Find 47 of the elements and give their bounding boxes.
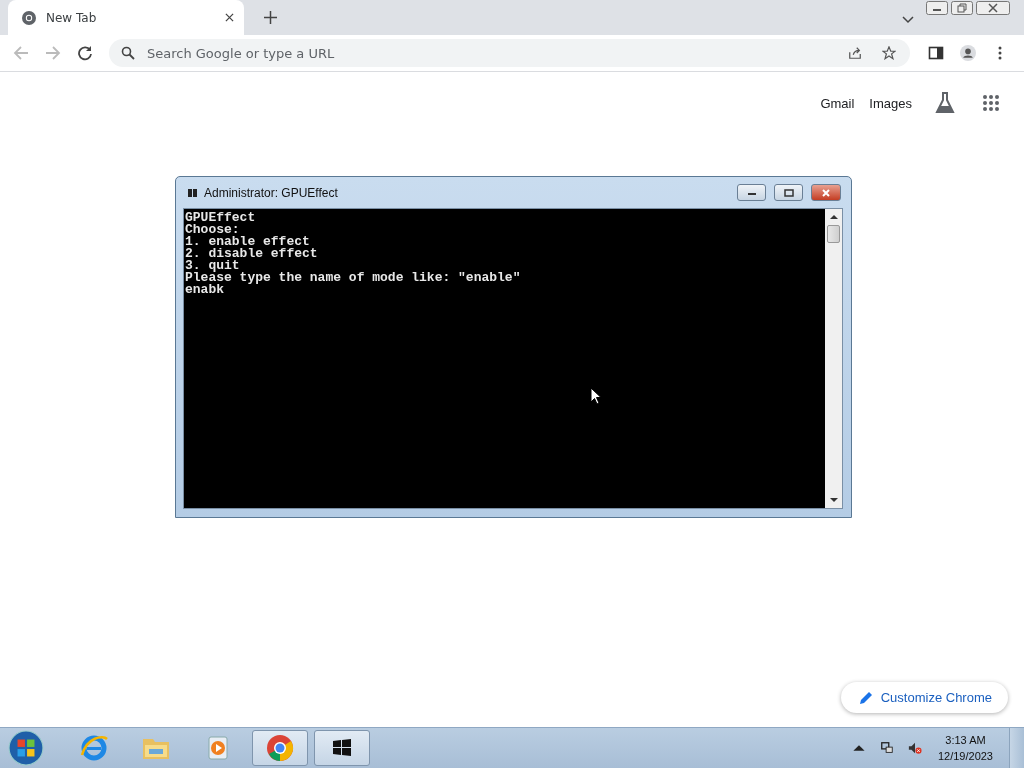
gmail-link[interactable]: Gmail bbox=[820, 95, 855, 111]
reload-icon[interactable] bbox=[77, 45, 93, 61]
browser-tab[interactable]: New Tab bbox=[8, 0, 244, 35]
maximize-button[interactable] bbox=[774, 184, 803, 201]
console-line: 2. disable effect bbox=[185, 248, 319, 260]
search-icon bbox=[121, 46, 135, 60]
speaker-muted-icon[interactable] bbox=[907, 741, 922, 755]
address-bar[interactable]: Search Google or type a URL bbox=[109, 39, 910, 67]
tab-title: New Tab bbox=[46, 10, 98, 25]
scroll-thumb[interactable] bbox=[827, 225, 840, 243]
restore-icon[interactable] bbox=[951, 1, 973, 15]
start-button-icon[interactable] bbox=[8, 730, 44, 766]
console-line: GPUEffect bbox=[185, 212, 257, 224]
star-icon[interactable] bbox=[882, 46, 896, 60]
console-icon bbox=[188, 187, 198, 198]
maximize-icon bbox=[783, 188, 794, 197]
share-icon[interactable] bbox=[848, 46, 862, 60]
close-tab-icon[interactable] bbox=[225, 13, 234, 22]
mouse-cursor-icon bbox=[590, 387, 602, 405]
side-panel-icon[interactable] bbox=[928, 45, 944, 61]
window-title: Administrator: GPUEffect bbox=[204, 185, 338, 200]
console-line: Choose: bbox=[185, 224, 240, 236]
close-icon bbox=[821, 188, 831, 197]
scrollbar[interactable] bbox=[825, 209, 842, 508]
minimize-button[interactable] bbox=[737, 184, 766, 201]
chevron-down-icon[interactable] bbox=[902, 16, 914, 24]
images-link[interactable]: Images bbox=[869, 95, 912, 111]
scroll-up-icon[interactable] bbox=[829, 214, 838, 220]
flask-icon[interactable] bbox=[935, 92, 955, 114]
clock-time[interactable]: 3:13 AM bbox=[945, 732, 986, 748]
console-line: 3. quit bbox=[185, 260, 240, 272]
pencil-icon bbox=[858, 690, 873, 705]
new-tab-icon[interactable] bbox=[264, 11, 277, 24]
console-input[interactable]: enabk bbox=[185, 284, 824, 296]
globe-e-icon bbox=[79, 733, 109, 763]
taskbar-app[interactable] bbox=[314, 730, 370, 766]
close-icon[interactable] bbox=[976, 1, 1010, 15]
close-button[interactable] bbox=[811, 184, 841, 201]
apps-grid-icon[interactable] bbox=[982, 94, 1000, 112]
clock-date[interactable]: 12/19/2023 bbox=[937, 748, 993, 764]
console-line: Please type the name of mode like: "enable" bbox=[185, 272, 522, 284]
network-icon[interactable] bbox=[879, 741, 894, 755]
console-line: 1. enable effect bbox=[185, 236, 310, 248]
scroll-down-icon[interactable] bbox=[829, 497, 838, 503]
customize-chrome-button[interactable]: Customize Chrome bbox=[840, 682, 1008, 713]
profile-avatar-icon[interactable] bbox=[960, 45, 976, 61]
minimize-icon[interactable] bbox=[926, 1, 948, 15]
